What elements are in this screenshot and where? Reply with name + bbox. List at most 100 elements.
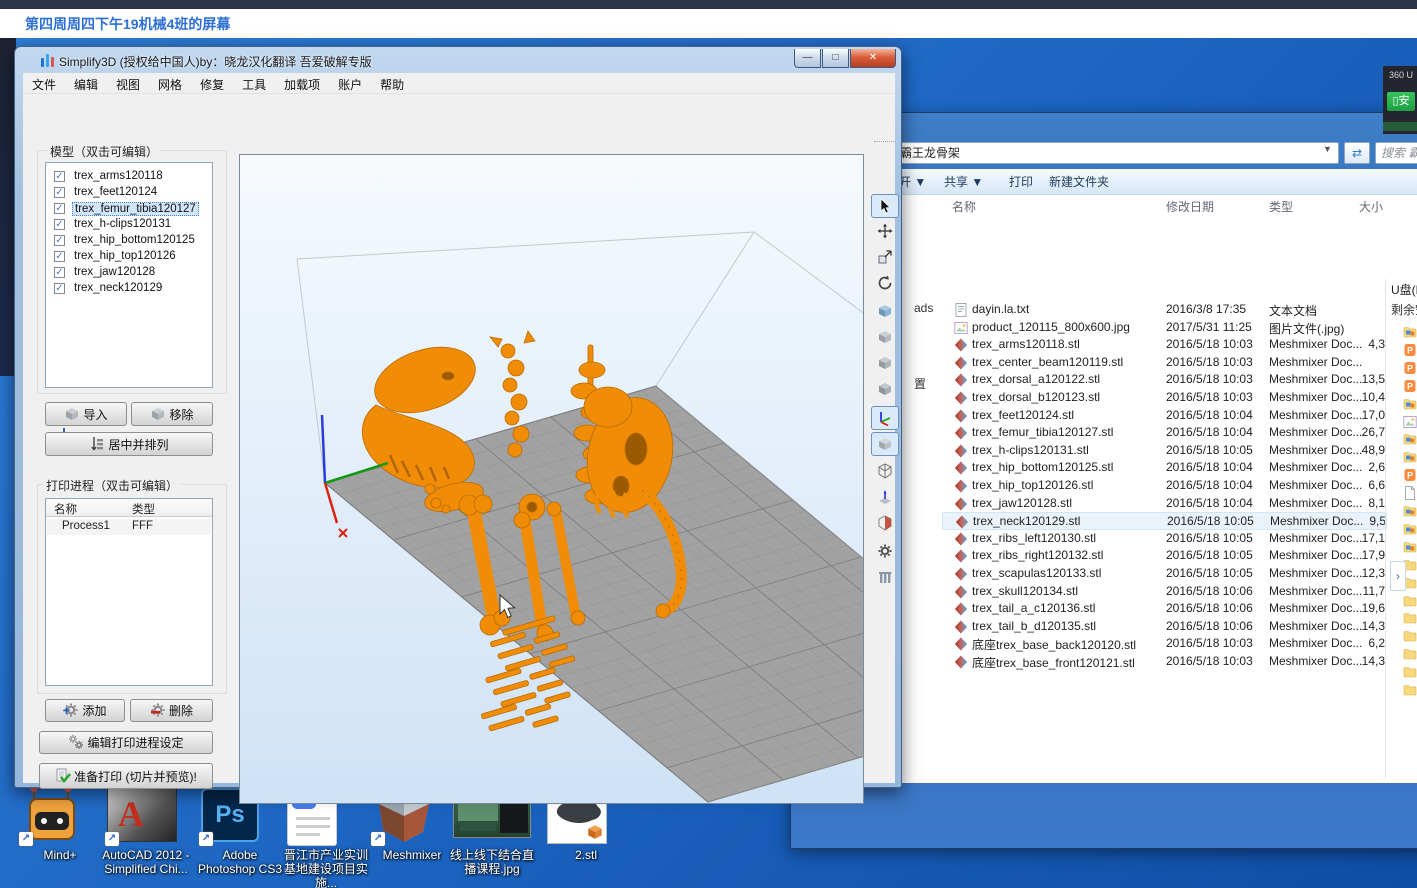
- model-checkbox[interactable]: ✓: [54, 251, 65, 262]
- process-row[interactable]: Process1FFF: [47, 519, 211, 535]
- file-row[interactable]: trex_h-clips120131.stl2016/5/18 10:05Mes…: [942, 442, 1387, 460]
- machine-gear-button[interactable]: [871, 540, 899, 564]
- rotate-tool-button[interactable]: [871, 272, 899, 296]
- blank-file-icon[interactable]: [1403, 486, 1417, 500]
- model-checkbox[interactable]: ✓: [54, 187, 65, 198]
- file-row[interactable]: trex_dorsal_b120123.stl2016/5/18 10:03Me…: [942, 389, 1387, 407]
- model-checkbox[interactable]: ✓: [54, 267, 65, 278]
- folder-icon[interactable]: [1403, 611, 1417, 625]
- file-row[interactable]: trex_hip_bottom120125.stl2016/5/18 10:04…: [942, 459, 1387, 477]
- folder-media-icon[interactable]: [1403, 540, 1417, 554]
- cursor-tool-button[interactable]: [871, 194, 899, 218]
- folder-icon[interactable]: [1403, 629, 1417, 643]
- model-list-item[interactable]: ✓trex_femur_tibia120127: [50, 201, 210, 217]
- file-row[interactable]: trex_arms120118.stl2016/5/18 10:03Meshmi…: [942, 336, 1387, 354]
- model-checkbox[interactable]: ✓: [54, 171, 65, 182]
- model-list-item[interactable]: ✓trex_jaw120128: [50, 265, 210, 281]
- folder-icon[interactable]: [1403, 594, 1417, 608]
- file-row[interactable]: trex_feet120124.stl2016/5/18 10:04Meshmi…: [942, 407, 1387, 425]
- model-list-item[interactable]: ✓trex_hip_top120126: [50, 249, 210, 265]
- refresh-button[interactable]: ⇄: [1344, 142, 1370, 164]
- folder-media-icon[interactable]: [1403, 504, 1417, 518]
- wireframe-cube-button[interactable]: [871, 460, 899, 484]
- menu-item-6[interactable]: 加载项: [275, 73, 329, 93]
- column-header-size[interactable]: 大小: [1359, 198, 1383, 215]
- menu-item-1[interactable]: 编辑: [65, 73, 107, 93]
- column-header-name[interactable]: 名称: [952, 198, 976, 215]
- file-row[interactable]: 底座trex_base_back120120.stl2016/5/18 10:0…: [942, 635, 1387, 653]
- menu-item-8[interactable]: 帮助: [371, 73, 413, 93]
- file-row[interactable]: trex_ribs_right120132.stl2016/5/18 10:05…: [942, 547, 1387, 565]
- expand-pane-button[interactable]: ›: [1390, 561, 1406, 591]
- remove-button[interactable]: 移除: [131, 402, 213, 426]
- axes-button[interactable]: [871, 406, 899, 430]
- file-row[interactable]: trex_scapulas120133.stl2016/5/18 10:05Me…: [942, 565, 1387, 583]
- usb-eject-button[interactable]: ▯安: [1387, 92, 1415, 111]
- column-header-type[interactable]: 类型: [1269, 198, 1293, 215]
- center-arrange-button[interactable]: 居中并排列: [45, 432, 213, 456]
- cube-view-gray3-button[interactable]: [871, 378, 899, 402]
- model-checkbox[interactable]: ✓: [54, 203, 65, 214]
- model-list-item[interactable]: ✓trex_feet120124: [50, 185, 210, 201]
- file-row[interactable]: trex_dorsal_a120122.stl2016/5/18 10:03Me…: [942, 371, 1387, 389]
- search-input[interactable]: 搜索 霸王龙骨架: [1375, 142, 1417, 164]
- column-header-date[interactable]: 修改日期: [1166, 198, 1214, 215]
- prepare-print-button[interactable]: 准备打印 (切片并预览)!: [39, 763, 213, 789]
- desktop-icon-autocad[interactable]: A↗AutoCAD 2012 - Simplified Chi...: [100, 788, 192, 876]
- file-row[interactable]: trex_jaw120128.stl2016/5/18 10:04Meshmix…: [942, 495, 1387, 513]
- folder-icon[interactable]: [1403, 683, 1417, 697]
- file-row[interactable]: dayin.la.txt2016/3/8 17:35文本文档: [942, 301, 1387, 319]
- surface-normal-button[interactable]: [871, 486, 899, 510]
- import-button[interactable]: 导入: [45, 402, 127, 426]
- model-checkbox[interactable]: ✓: [54, 219, 65, 230]
- solid-cube-button[interactable]: [871, 432, 899, 456]
- cube-view-gray1-button[interactable]: [871, 326, 899, 350]
- edit-process-button[interactable]: 编辑打印进程设定: [39, 731, 213, 754]
- folder-media-icon[interactable]: [1403, 522, 1417, 536]
- delete-process-button[interactable]: 删除: [130, 699, 213, 722]
- model-list-item[interactable]: ✓trex_neck120129: [50, 281, 210, 297]
- file-row[interactable]: product_120115_800x600.jpg2017/5/31 11:2…: [942, 319, 1387, 337]
- maximize-button[interactable]: □: [822, 49, 849, 68]
- ppt-file-icon[interactable]: P: [1403, 343, 1417, 357]
- ppt-file-icon[interactable]: P: [1403, 379, 1417, 393]
- minimize-button[interactable]: —: [794, 49, 821, 68]
- menu-item-3[interactable]: 网格: [149, 73, 191, 93]
- cube-view-blue-button[interactable]: [871, 300, 899, 324]
- folder-media-icon[interactable]: [1403, 397, 1417, 411]
- ppt-file-icon[interactable]: P: [1403, 468, 1417, 482]
- folder-media-icon[interactable]: [1403, 325, 1417, 339]
- model-list-item[interactable]: ✓trex_h-clips120131: [50, 217, 210, 233]
- folder-icon[interactable]: [1403, 665, 1417, 679]
- menu-item-7[interactable]: 账户: [329, 73, 371, 93]
- share-menu[interactable]: 共享 ▼: [944, 173, 983, 190]
- file-row[interactable]: trex_tail_a_c120136.stl2016/5/18 10:06Me…: [942, 600, 1387, 618]
- file-row[interactable]: trex_femur_tibia120127.stl2016/5/18 10:0…: [942, 424, 1387, 442]
- add-process-button[interactable]: 添加: [45, 699, 125, 722]
- desktop-icon-mindplus[interactable]: ↗Mind+: [14, 788, 106, 862]
- ppt-file-icon[interactable]: P: [1403, 361, 1417, 375]
- model-checkbox[interactable]: ✓: [54, 235, 65, 246]
- cross-section-button[interactable]: [871, 512, 899, 536]
- folder-media-icon[interactable]: [1403, 450, 1417, 464]
- move-tool-button[interactable]: [871, 220, 899, 244]
- model-list-item[interactable]: ✓trex_hip_bottom120125: [50, 233, 210, 249]
- menu-item-0[interactable]: 文件: [23, 73, 65, 93]
- close-button[interactable]: ✕: [850, 49, 896, 68]
- support-structures-button[interactable]: [871, 566, 899, 590]
- address-dropdown-icon[interactable]: ▼: [1323, 144, 1332, 154]
- print-button[interactable]: 打印: [1009, 173, 1033, 190]
- file-row[interactable]: trex_skull120134.stl2016/5/18 10:06Meshm…: [942, 583, 1387, 601]
- image-file-icon[interactable]: [1403, 415, 1417, 429]
- new-folder-button[interactable]: 新建文件夹: [1049, 173, 1109, 190]
- model-checkbox[interactable]: ✓: [54, 283, 65, 294]
- menu-item-5[interactable]: 工具: [233, 73, 275, 93]
- file-row[interactable]: trex_center_beam120119.stl2016/5/18 10:0…: [942, 354, 1387, 372]
- folder-icon[interactable]: [1403, 647, 1417, 661]
- file-row[interactable]: 底座trex_base_front120121.stl2016/5/18 10:…: [942, 653, 1387, 671]
- model-list-item[interactable]: ✓trex_arms120118: [50, 169, 210, 185]
- scale-tool-button[interactable]: [871, 246, 899, 270]
- menu-item-4[interactable]: 修复: [191, 73, 233, 93]
- menu-item-2[interactable]: 视图: [107, 73, 149, 93]
- file-row[interactable]: trex_neck120129.stl2016/5/18 10:05Meshmi…: [942, 512, 1387, 530]
